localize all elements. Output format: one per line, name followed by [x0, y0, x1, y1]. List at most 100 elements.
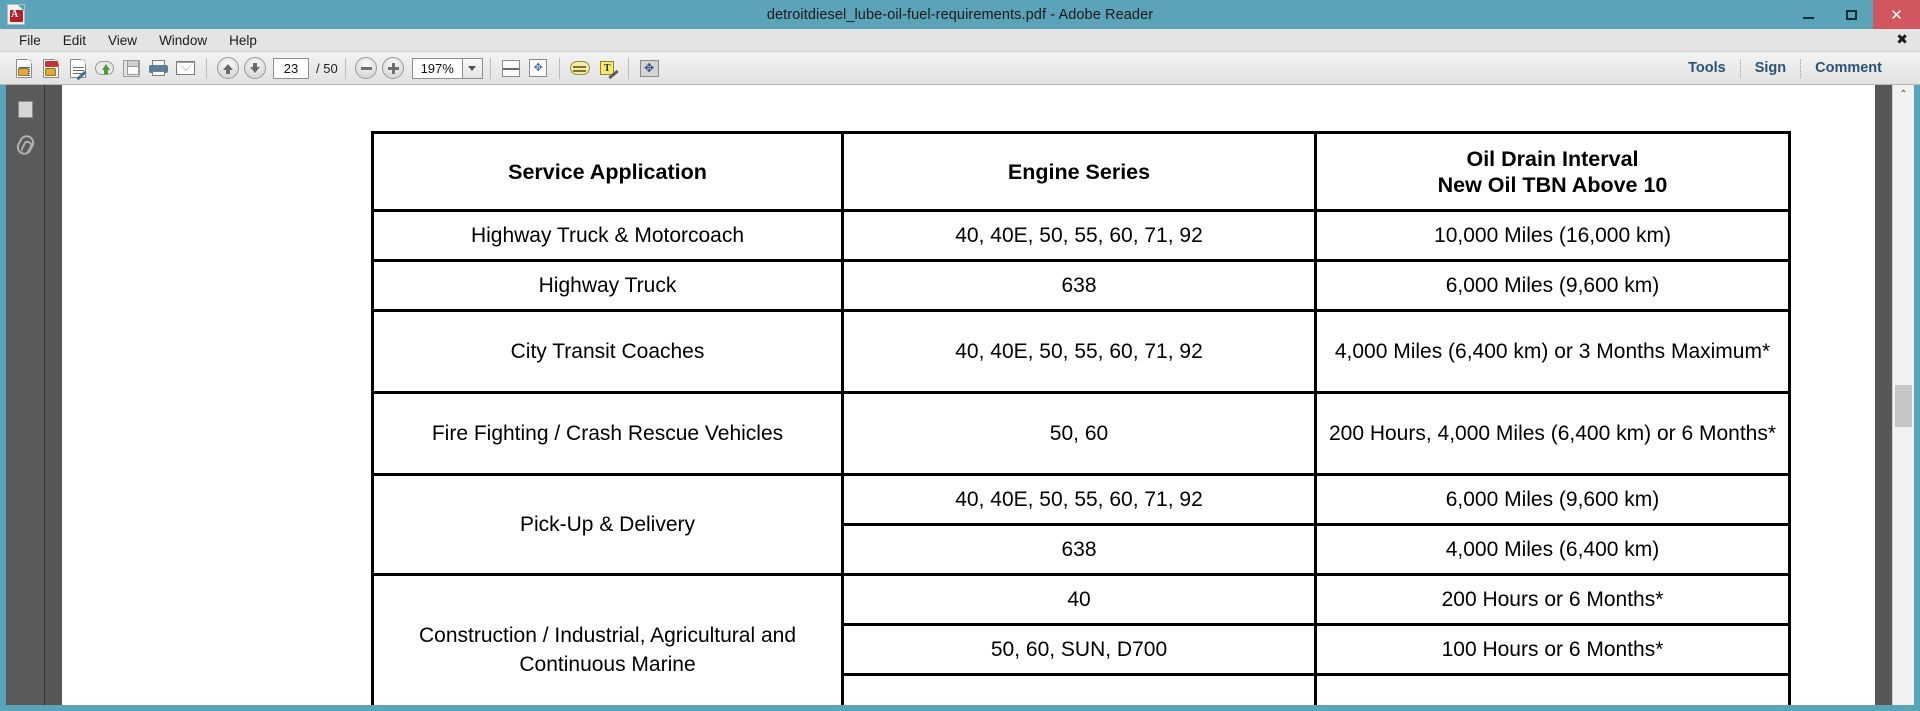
cell-engine: 50, 60	[841, 391, 1317, 476]
previous-page-button[interactable]	[214, 55, 241, 82]
maximize-button[interactable]	[1830, 0, 1873, 29]
cell-interval: 6,000 Miles (9,600 km)	[1314, 473, 1791, 526]
toolbar-separator	[206, 57, 207, 79]
cell-engine: 40, 40E, 50, 55, 60, 71, 92	[841, 209, 1317, 262]
page-thumbnails-button[interactable]	[9, 94, 42, 125]
cell-interval: 4,000 Miles (6,400 km) or 3 Months Maxim…	[1314, 309, 1791, 394]
toolbar-separator	[344, 57, 346, 79]
title-bar: A detroitdiesel_lube-oil-fuel-requiremen…	[0, 0, 1920, 29]
fit-page-icon: ✥	[529, 59, 548, 77]
zoom-level-input[interactable]: 197%	[411, 57, 462, 79]
cell-service: Pick-Up & Delivery	[371, 473, 844, 576]
text-box-button[interactable]: T	[594, 55, 621, 82]
menu-bar: File Edit View Window Help ✖	[0, 29, 1920, 52]
cell-engine: 638	[841, 259, 1317, 312]
sticky-note-button[interactable]	[567, 55, 594, 82]
page-total-label: / 50	[316, 60, 338, 76]
pdf-document-icon: A	[7, 3, 29, 26]
email-icon	[176, 61, 195, 75]
email-button[interactable]	[172, 55, 199, 82]
create-pdf-button[interactable]	[37, 55, 64, 82]
attachments-button[interactable]	[9, 129, 42, 160]
close-button[interactable]: ✕	[1873, 0, 1920, 29]
cell-engine: 40	[841, 573, 1317, 626]
fit-page-button[interactable]: ✥	[525, 55, 552, 82]
menu-item-window[interactable]: Window	[148, 29, 218, 52]
menu-item-view[interactable]: View	[97, 29, 148, 52]
document-area: Service Application Engine Series Oil Dr…	[0, 85, 1920, 711]
table-row: City Transit Coaches 40, 40E, 50, 55, 60…	[371, 309, 1791, 394]
header-oil-drain-line1: Oil Drain Interval	[1466, 146, 1639, 171]
page-thumbnails-icon	[14, 101, 33, 122]
text-box-letter: T	[603, 63, 611, 74]
attachments-icon	[13, 132, 37, 157]
expand-icon: ✥	[639, 59, 659, 77]
next-page-button[interactable]	[241, 55, 268, 82]
close-document-button[interactable]: ✖	[1896, 29, 1908, 52]
window-title: detroitdiesel_lube-oil-fuel-requirements…	[766, 6, 1154, 23]
vertical-scrollbar[interactable]: ⌃	[1892, 85, 1914, 705]
toolbar-separator	[627, 57, 629, 79]
cell-engine: 40, 40E, 50, 55, 60, 71, 92	[841, 473, 1317, 526]
cloud-upload-icon	[95, 61, 114, 75]
open-file-button[interactable]	[10, 55, 37, 82]
cell-interval	[1314, 673, 1791, 705]
cell-interval: 6,000 Miles (9,600 km)	[1314, 259, 1791, 312]
cell-service: Highway Truck & Motorcoach	[371, 209, 844, 262]
cloud-upload-button[interactable]	[91, 55, 118, 82]
toolbar-right-panels: Tools Sign Comment	[1674, 58, 1910, 78]
cell-engine: 638	[841, 523, 1317, 576]
pdf-canvas[interactable]: Service Application Engine Series Oil Dr…	[45, 85, 1892, 705]
print-button[interactable]	[145, 55, 172, 82]
table-row: Highway Truck 638 6,000 Miles (9,600 km)	[371, 259, 1791, 312]
save-icon	[123, 59, 140, 77]
cell-interval: 100 Hours or 6 Months*	[1314, 623, 1791, 676]
menu-item-file[interactable]: File	[8, 29, 52, 52]
table-row: Construction / Industrial, Agricultural …	[371, 573, 1791, 705]
window-controls: ✕	[1787, 0, 1920, 29]
cell-engine	[841, 673, 1317, 705]
cell-interval: 200 Hours or 6 Months*	[1314, 573, 1791, 626]
scroll-thumb[interactable]	[1895, 385, 1912, 427]
header-oil-drain-line2: New Oil TBN Above 10	[1437, 172, 1668, 197]
minimize-icon	[1803, 16, 1814, 19]
scroll-up-button[interactable]: ⌃	[1893, 85, 1914, 104]
edit-pdf-button[interactable]	[64, 55, 91, 82]
zoom-out-icon	[355, 57, 378, 79]
toolbar-separator	[558, 57, 560, 79]
text-box-icon: T	[600, 61, 619, 80]
cell-service: Highway Truck	[371, 259, 844, 312]
table-header-row: Service Application Engine Series Oil Dr…	[371, 131, 1791, 212]
header-service-application: Service Application	[371, 131, 844, 212]
chevron-down-icon	[468, 65, 477, 71]
previous-page-icon	[216, 57, 239, 79]
comment-panel-button[interactable]: Comment	[1801, 60, 1896, 76]
menu-item-help[interactable]: Help	[218, 29, 268, 52]
main-toolbar: 23 / 50 197% ✥ T ✥ Tools Sign Comment	[0, 52, 1920, 85]
fullscreen-button[interactable]: ✥	[636, 55, 663, 82]
cell-interval: 4,000 Miles (6,400 km)	[1314, 523, 1791, 576]
adobe-reader-window: A detroitdiesel_lube-oil-fuel-requiremen…	[0, 0, 1920, 711]
header-oil-drain-interval: Oil Drain Interval New Oil TBN Above 10	[1314, 131, 1791, 212]
pdf-icon-letter: A	[11, 8, 19, 20]
menu-item-edit[interactable]: Edit	[52, 29, 97, 52]
navigation-rail	[6, 85, 45, 705]
sign-panel-button[interactable]: Sign	[1741, 60, 1800, 76]
zoom-in-button[interactable]	[380, 55, 407, 82]
page-number-input[interactable]: 23	[273, 57, 309, 79]
zoom-dropdown-button[interactable]	[461, 57, 483, 79]
create-pdf-icon	[42, 58, 59, 78]
oil-drain-interval-table: Service Application Engine Series Oil Dr…	[371, 131, 1791, 705]
cell-interval: 200 Hours, 4,000 Miles (6,400 km) or 6 M…	[1314, 391, 1791, 476]
table-row: Pick-Up & Delivery 40, 40E, 50, 55, 60, …	[371, 473, 1791, 576]
minimize-button[interactable]	[1787, 0, 1830, 29]
zoom-out-button[interactable]	[353, 55, 380, 82]
tools-panel-button[interactable]: Tools	[1674, 60, 1740, 76]
fit-width-icon	[502, 59, 521, 77]
cell-engine: 50, 60, SUN, D700	[841, 623, 1317, 676]
cell-engine: 40, 40E, 50, 55, 60, 71, 92	[841, 309, 1317, 394]
save-button[interactable]	[118, 55, 145, 82]
pdf-page: Service Application Engine Series Oil Dr…	[62, 85, 1875, 705]
print-icon	[149, 60, 168, 76]
fit-width-button[interactable]	[498, 55, 525, 82]
